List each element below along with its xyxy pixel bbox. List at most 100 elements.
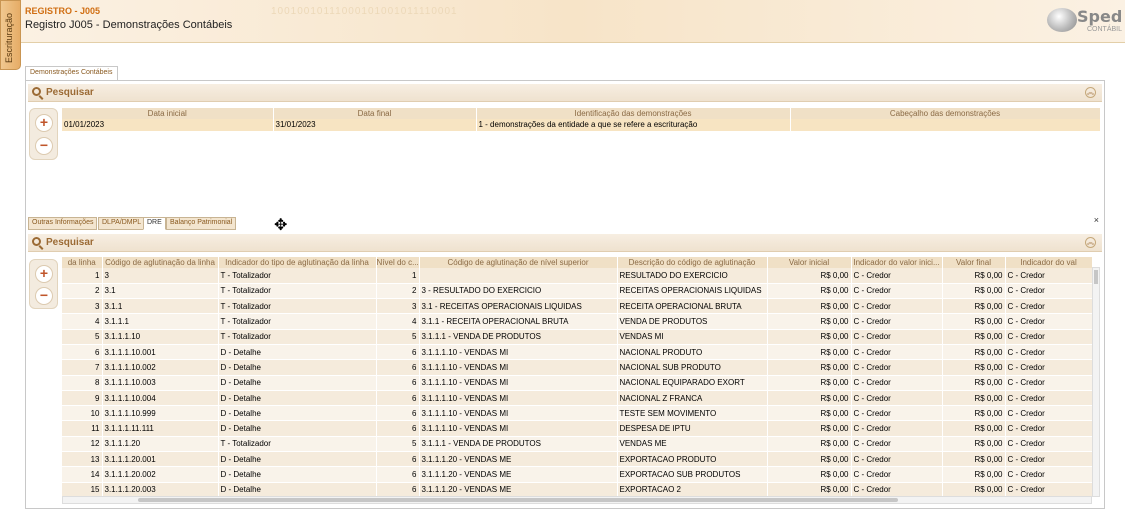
table-cell: C - Credor [1005,436,1093,453]
column-header[interactable]: Valor inicial [767,257,852,268]
table-cell: EXPORTACAO SUB PRODUTOS [617,466,768,483]
table-cell: 3.1.1.1.10.001 [102,344,219,361]
table-row[interactable]: 13 3.1.1.1.20.001 D - Detalhe 6 3.1.1.1.20 -… [62,451,1093,468]
column-header[interactable]: Valor final [942,257,1006,268]
table-cell: R$ 0,00 [767,390,852,407]
column-header[interactable]: da linha [62,257,103,268]
tab-dre[interactable]: DRE [143,217,166,230]
table-row[interactable]: 9 3.1.1.1.10.004 D - Detalhe 6 3.1.1.1.10 - … [62,390,1093,407]
table-cell: 3.1.1.1.10 - VENDAS MI [419,390,618,407]
column-header[interactable]: Cabeçalho das demonstrações [790,108,1101,119]
table-cell: NACIONAL SUB PRODUTO [617,359,768,376]
table-row[interactable]: 14 3.1.1.1.20.002 D - Detalhe 6 3.1.1.1.20 -… [62,466,1093,483]
table-cell: D - Detalhe [218,390,377,407]
table-cell: C - Credor [851,390,943,407]
table-cell: C - Credor [851,268,943,284]
table-row[interactable]: 10 3.1.1.1.10.999 D - Detalhe 6 3.1.1.1.10 -… [62,405,1093,422]
chevron-double-up-icon[interactable]: ︽ [1085,87,1096,98]
table-cell: 12 [62,436,103,453]
chevron-double-up-icon[interactable]: ︽ [1085,237,1096,248]
column-header[interactable]: Data final [273,108,477,119]
table-cell: R$ 0,00 [942,466,1006,483]
add-button[interactable]: + [35,265,53,283]
table-cell: C - Credor [851,313,943,330]
table-cell: 13 [62,451,103,468]
table-cell: D - Detalhe [218,359,377,376]
demonstracoes-table: Data inicial Data final Identificação das … [62,108,1101,132]
column-header[interactable]: Identificação das demonstrações [476,108,791,119]
table-cell: 3.1.1.1.20 - VENDAS ME [419,451,618,468]
top-search-panel-header[interactable]: Pesquisar ︽ [28,84,1102,102]
table-cell: RESULTADO DO EXERCICIO [617,268,768,284]
table-cell: 6 [376,344,420,361]
table-cell: NACIONAL EQUIPARADO EXORT [617,375,768,391]
remove-button[interactable]: − [35,137,53,155]
table-cell: 3.1.1.1.10 - VENDAS MI [419,344,618,361]
table-row[interactable]: 6 3.1.1.1.10.001 D - Detalhe 6 3.1.1.1.10 - … [62,344,1093,361]
table-row[interactable]: 11 3.1.1.1.11.111 D - Detalhe 6 3.1.1.1.10 -… [62,420,1093,437]
table-cell: 6 [376,359,420,376]
table-cell: C - Credor [1005,329,1093,345]
table-cell: C - Credor [1005,298,1093,315]
sped-logo-icon [1047,8,1077,32]
table-cell: TESTE SEM MOVIMENTO [617,405,768,422]
table-cell: C - Credor [851,344,943,361]
scroll-thumb[interactable] [1094,270,1098,284]
column-header[interactable]: Indicador do val [1005,257,1093,268]
table-cell: 3.1.1.1.10 - VENDAS MI [419,405,618,422]
table-row[interactable]: 8 3.1.1.1.10.003 D - Detalhe 6 3.1.1.1.10 - … [62,375,1093,391]
table-cell: C - Credor [1005,375,1093,391]
column-header[interactable]: Descrição do código de aglutinação [617,257,768,268]
scroll-thumb[interactable] [138,498,898,502]
table-cell: D - Detalhe [218,420,377,437]
table-row[interactable]: 12 3.1.1.1.20 T - Totalizador 5 3.1.1.1 - VE… [62,436,1093,453]
table-cell: D - Detalhe [218,375,377,391]
table-cell: 3.1.1.1.11.111 [102,420,219,437]
column-header[interactable]: Indicador do tipo de aglutinação da linh… [218,257,377,268]
table-cell [419,268,618,284]
table-cell: R$ 0,00 [942,283,1006,300]
bottom-search-panel-header[interactable]: Pesquisar ︽ [28,234,1102,252]
table-cell: NACIONAL Z FRANCA [617,390,768,407]
add-button[interactable]: + [35,114,53,132]
column-header[interactable]: Nível do c... [376,257,420,268]
table-cell: R$ 0,00 [942,298,1006,315]
table-cell: 3 [376,298,420,315]
table-cell: C - Credor [1005,283,1093,300]
table-cell: R$ 0,00 [942,390,1006,407]
table-cell: C - Credor [1005,313,1093,330]
column-header[interactable]: Indicador do valor inici... [851,257,943,268]
escrituracao-side-tab[interactable]: Escrituração [0,0,21,70]
table-row[interactable]: 4 3.1.1.1 T - Totalizador 4 3.1.1 - RECEITA … [62,313,1093,330]
table-cell: R$ 0,00 [767,359,852,376]
remove-button[interactable]: − [35,287,53,305]
column-header[interactable]: Data inicial [62,108,274,119]
table-cell: 3.1.1.1.20.001 [102,451,219,468]
tab-demonstracoes-contabeis[interactable]: Demonstrações Contábeis [25,66,118,80]
table-cell: C - Credor [851,283,943,300]
tab-outras-informacoes[interactable]: Outras Informações [28,217,98,230]
table-row[interactable]: 5 3.1.1.1.10 T - Totalizador 5 3.1.1.1 - VEN… [62,329,1093,345]
column-header[interactable]: Código de aglutinação de nível superior [419,257,618,268]
vertical-scrollbar[interactable] [1092,267,1100,497]
table-cell: RECEITA OPERACIONAL BRUTA [617,298,768,315]
table-cell: R$ 0,00 [942,344,1006,361]
table-row[interactable]: 01/01/2023 31/01/2023 1 - demonstrações da… [62,119,1101,132]
table-cell: 3.1.1.1 - VENDA DE PRODUTOS [419,329,618,345]
table-cell: C - Credor [851,420,943,437]
table-row[interactable]: 7 3.1.1.1.10.002 D - Detalhe 6 3.1.1.1.10 - … [62,359,1093,376]
close-icon[interactable]: × [1094,215,1099,225]
column-header[interactable]: Código de aglutinação da linha [102,257,219,268]
table-row[interactable]: 13T - Totalizador 1 RESULTADO DO EXERCICIO… [62,268,1093,284]
tab-balanco-patrimonial[interactable]: Balanço Patrimonial [166,217,237,230]
table-cell: 6 [376,405,420,422]
table-cell: 5 [62,329,103,345]
table-cell: R$ 0,00 [942,359,1006,376]
table-cell: C - Credor [1005,466,1093,483]
tab-dlpa-dmpl[interactable]: DLPA/DMPL [98,217,146,230]
table-row[interactable]: 2 3.1 T - Totalizador 2 3 - RESULTADO DO EXE… [62,283,1093,300]
table-cell: C - Credor [1005,451,1093,468]
table-cell: R$ 0,00 [942,405,1006,422]
horizontal-scrollbar[interactable] [62,496,1092,504]
table-row[interactable]: 3 3.1.1 T - Totalizador 3 3.1 - RECEITAS OPE… [62,298,1093,315]
